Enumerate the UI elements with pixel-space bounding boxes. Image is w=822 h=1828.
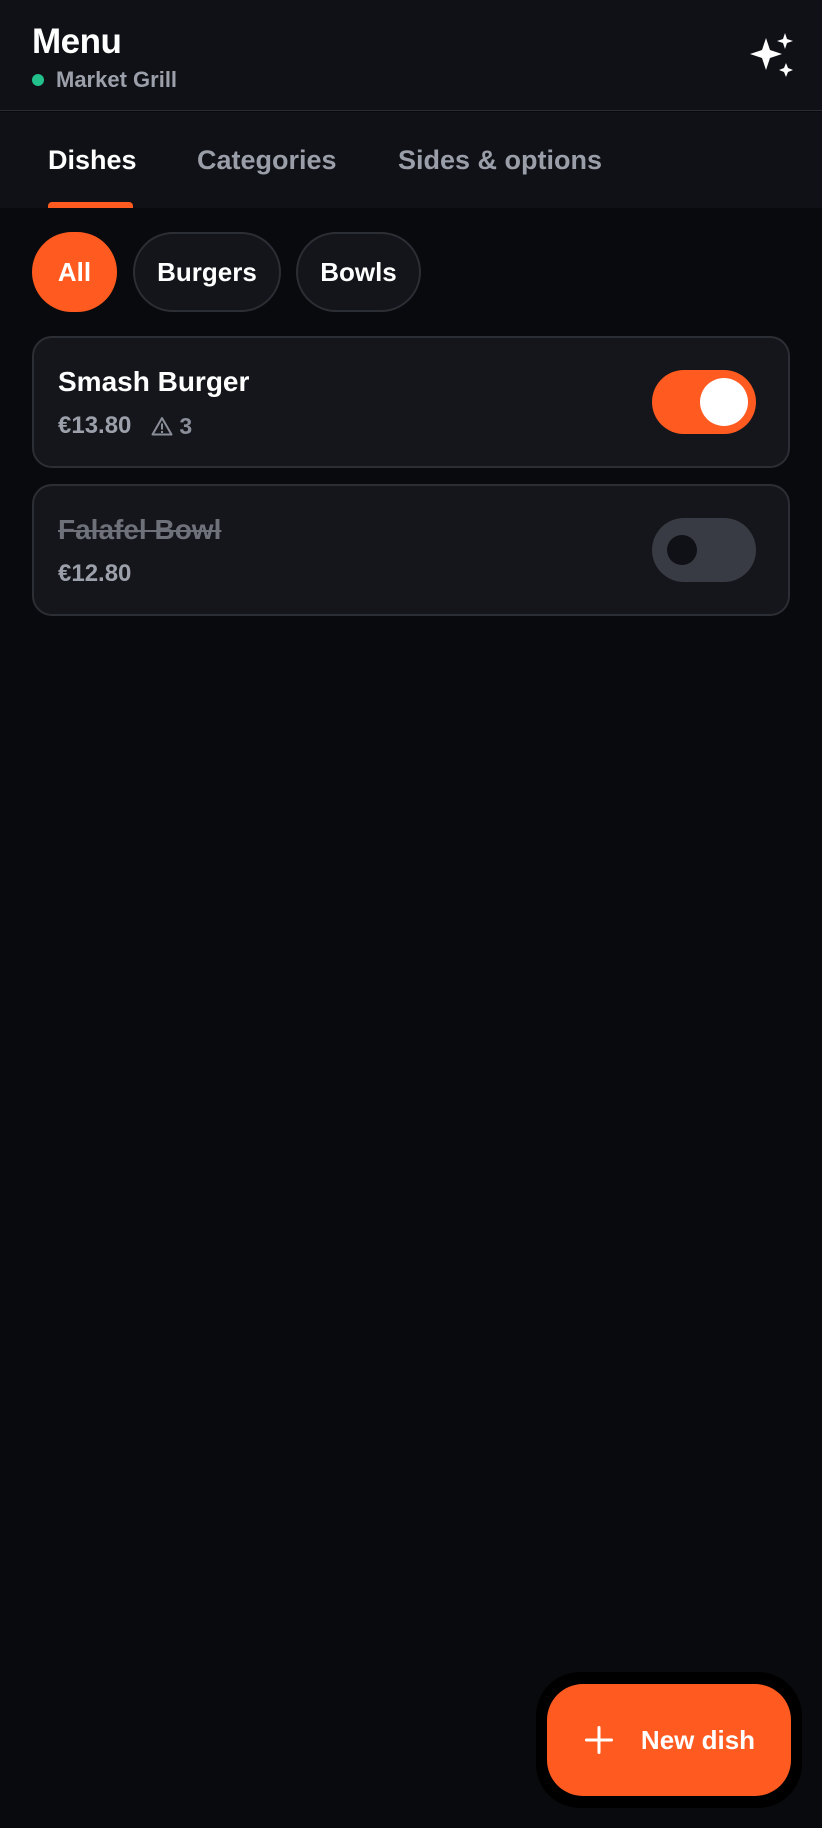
filter-chip-all[interactable]: All [32, 232, 117, 312]
toggle-knob [667, 535, 697, 565]
dish-price: €12.80 [58, 560, 132, 587]
dish-name: Falafel Bowl [58, 514, 222, 545]
new-dish-button[interactable]: New dish [547, 1684, 791, 1796]
dish-card[interactable]: Falafel Bowl €12.80 [32, 484, 790, 616]
filter-chip-burgers[interactable]: Burgers [133, 232, 281, 312]
dish-warning-count: 3 [179, 412, 193, 439]
dish-availability-toggle[interactable] [652, 518, 756, 582]
dish-availability-toggle[interactable] [652, 370, 756, 434]
tab-categories[interactable]: Categories [197, 112, 337, 208]
dish-meta: €12.80 [58, 560, 131, 588]
tab-sides-options[interactable]: Sides & options [398, 112, 602, 208]
section-tabs: Dishes Categories Sides & options [0, 112, 822, 208]
toggle-knob [700, 378, 748, 426]
menu-screen: Menu Market Grill Dishes Categories Side… [0, 0, 822, 1828]
venue-indicator: Market Grill [32, 67, 177, 93]
active-tab-indicator [48, 202, 133, 208]
venue-status-dot [32, 74, 44, 86]
page-title: Menu [32, 22, 122, 61]
ai-assist-button[interactable] [748, 32, 796, 80]
new-dish-label: New dish [640, 1724, 756, 1755]
tab-dishes[interactable]: Dishes [48, 112, 137, 208]
venue-name: Market Grill [56, 67, 178, 92]
plus-icon [584, 1726, 613, 1754]
dish-card[interactable]: Smash Burger €13.80 3 [32, 336, 790, 468]
dish-name: Smash Burger [58, 366, 250, 397]
filter-chip-bowls[interactable]: Bowls [296, 232, 421, 312]
dish-meta: €13.80 3 [58, 412, 192, 440]
sparkles-icon [750, 33, 793, 77]
dish-price: €13.80 [58, 412, 132, 439]
app-header: Menu Market Grill [0, 0, 822, 111]
warning-triangle-icon [151, 417, 173, 436]
dish-warning-badge: 3 [151, 413, 192, 440]
